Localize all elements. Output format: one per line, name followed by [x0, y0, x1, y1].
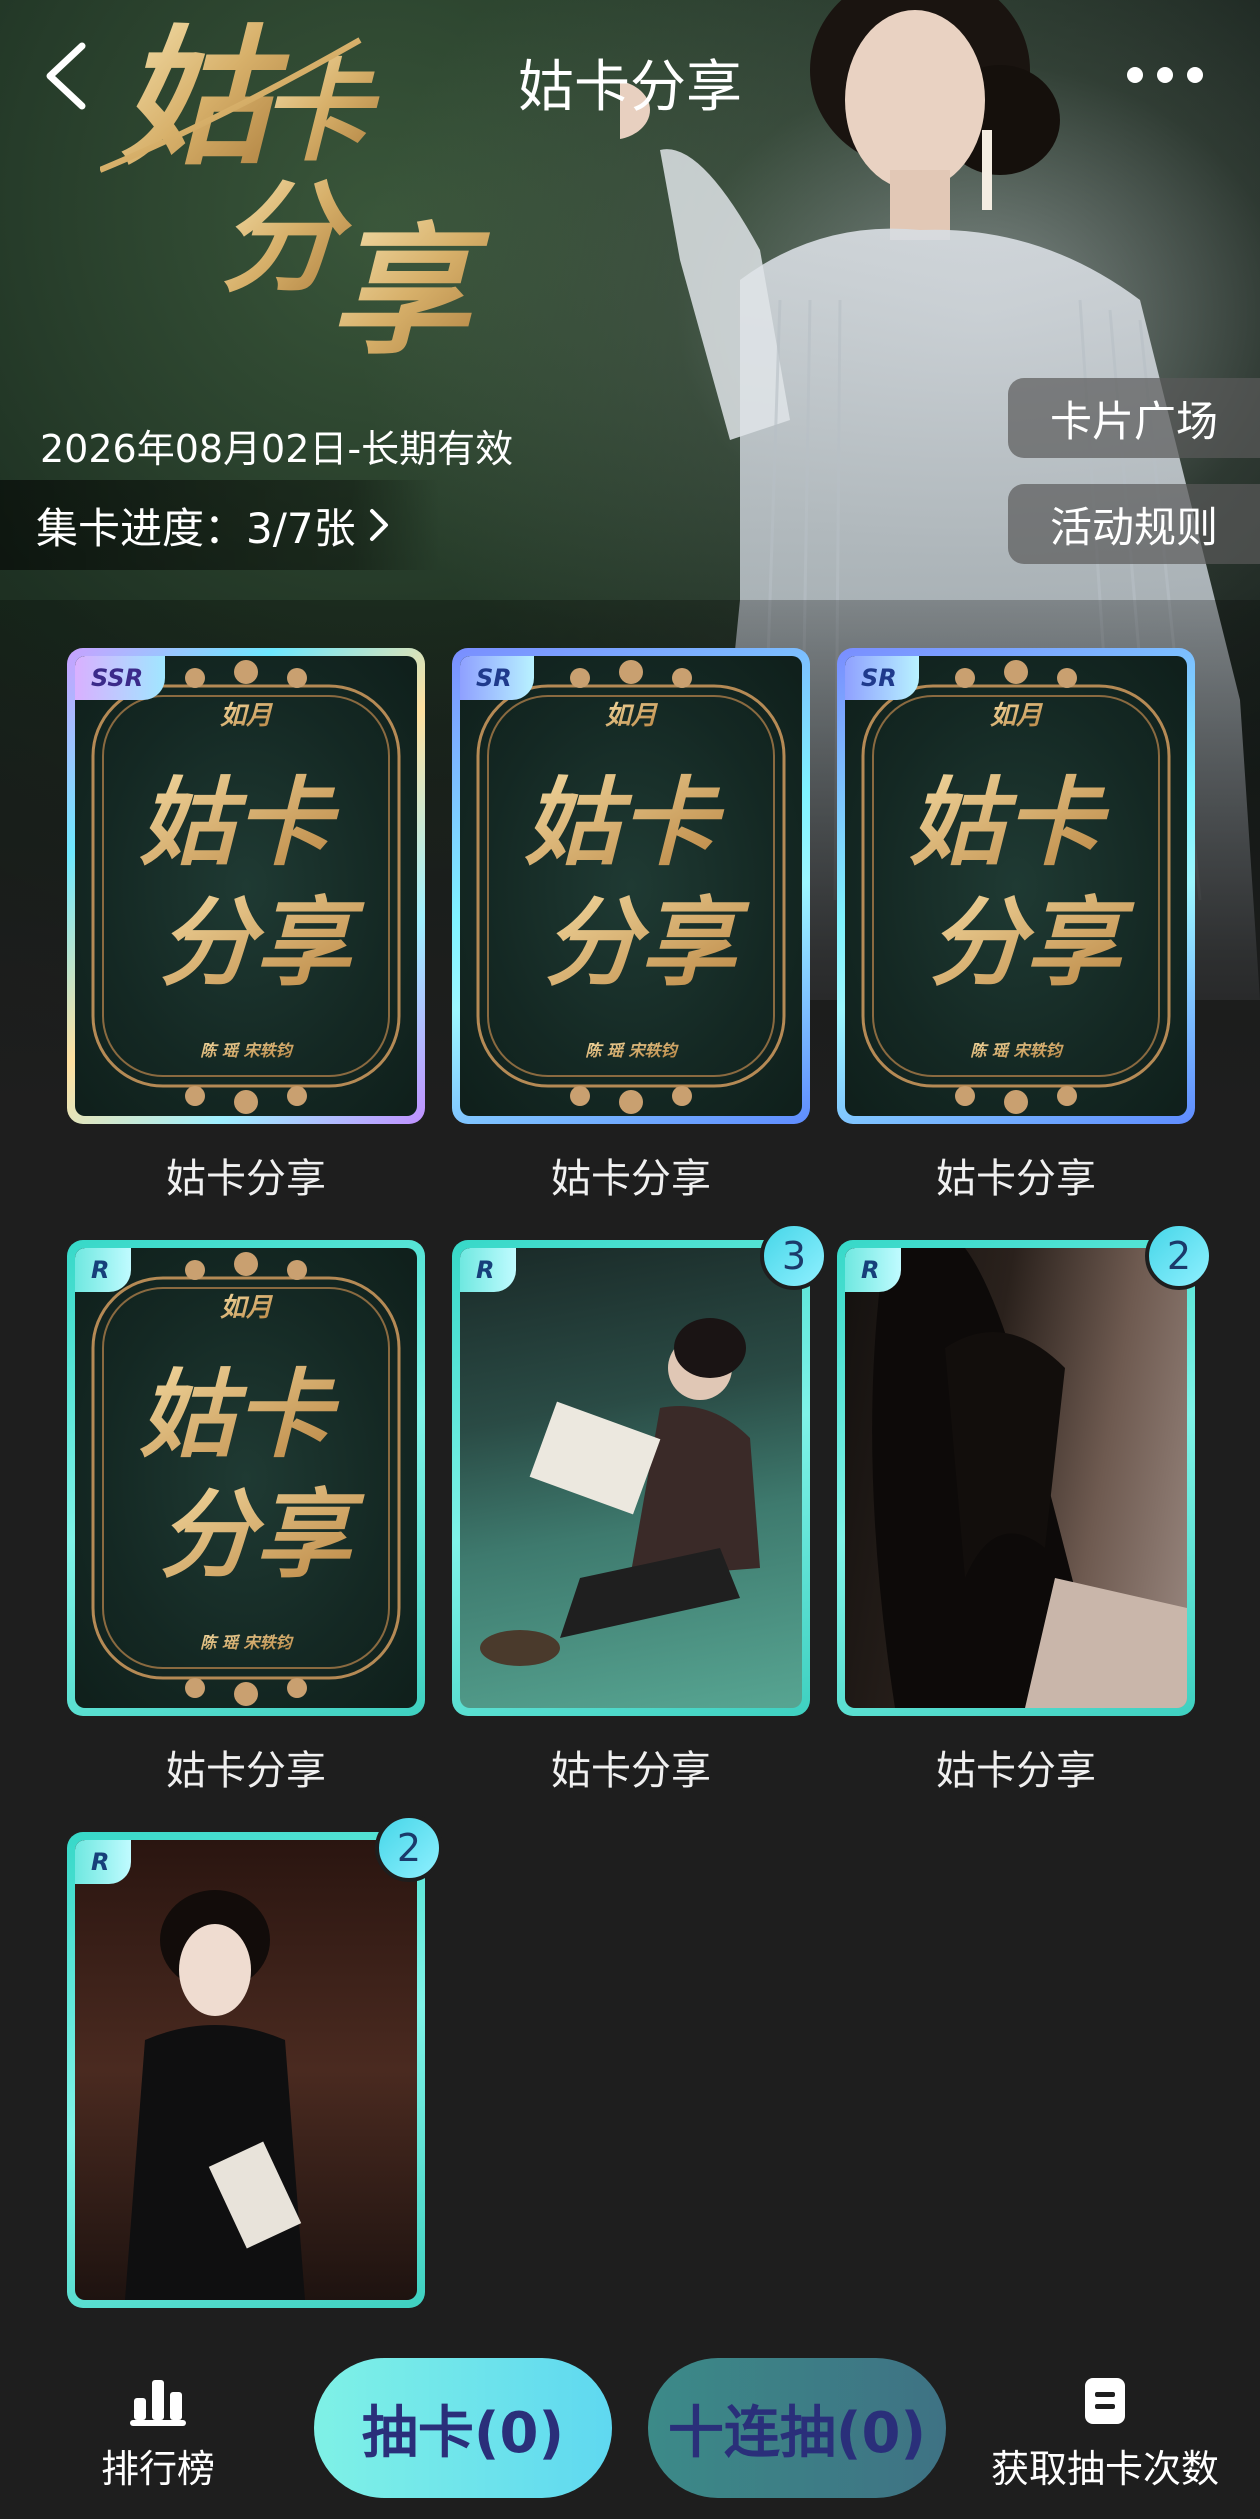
- card-name: 姑卡分享: [166, 1748, 326, 1794]
- poster-title-line2: 分享: [159, 1478, 365, 1591]
- photo-figure: [480, 1318, 760, 1666]
- poster-credit-text: 陈 瑶 宋轶钧: [970, 1041, 1064, 1060]
- poster-top-text: 如月: [220, 701, 274, 731]
- bottom-action-bar: 排行榜 抽卡(0) 十连抽(0) 获取抽卡次数: [0, 2340, 1260, 2519]
- draw-card-button[interactable]: 抽卡(0): [314, 2358, 612, 2498]
- poster-credit-text: 陈 瑶 宋轶钧: [200, 1633, 294, 1652]
- collection-card[interactable]: 如月 姑卡 分享陈 瑶 宋轶钧 R: [67, 1240, 425, 1716]
- card-name: 姑卡分享: [936, 1748, 1096, 1794]
- leaderboard-label: 排行榜: [100, 2447, 215, 2491]
- poster-credit-text: 陈 瑶 宋轶钧: [200, 1041, 294, 1060]
- rarity-badge: SR: [460, 656, 534, 700]
- bar-chart-icon: [130, 2380, 186, 2426]
- collection-card[interactable]: 如月 姑卡 分享陈 瑶 宋轶钧 SR: [452, 648, 810, 1124]
- rarity-badge: SR: [845, 656, 919, 700]
- ten-draw-button[interactable]: 十连抽(0): [648, 2358, 946, 2498]
- card-item: 如月 姑卡 分享陈 瑶 宋轶钧 SR 姑卡分享: [837, 648, 1195, 1204]
- poster-title-line2: 分享: [929, 886, 1135, 999]
- rarity-badge: R: [845, 1248, 902, 1292]
- poster-artwork: 如月姑卡分享陈 瑶 宋轶钧: [91, 660, 401, 1114]
- card-name: 姑卡分享: [551, 1156, 711, 1202]
- svg-text:享: 享: [330, 210, 491, 374]
- poster-title-line1: 姑卡: [139, 1358, 340, 1471]
- collection-card[interactable]: R2: [837, 1222, 1213, 1716]
- collection-progress[interactable]: 集卡进度： 3/7张: [0, 480, 440, 570]
- card-item: R2: [67, 1814, 443, 2308]
- poster-title-line2: 分享: [159, 886, 365, 999]
- card-count-badge: 2: [1145, 1222, 1213, 1290]
- get-draw-chances-label: 获取抽卡次数: [990, 2447, 1219, 2491]
- top-bar: 姑卡分享: [0, 0, 1260, 150]
- page-title: 姑卡分享: [518, 55, 742, 120]
- card-collection-page: 姑 卡 分 享 姑卡分享 2026年08月02日-长期有效 集卡进度： 3/7张: [0, 0, 1260, 2519]
- poster-credit-text: 陈 瑶 宋轶钧: [585, 1041, 679, 1060]
- chevron-left-icon: [46, 42, 86, 110]
- card-poster-art: 如月 姑卡 分享陈 瑶 宋轶钧 SR: [845, 656, 1187, 1116]
- poster-top-text: 如月: [605, 701, 659, 731]
- poster-title-line1: 姑卡: [909, 766, 1110, 879]
- poster-title-line1: 姑卡: [139, 766, 340, 879]
- validity-date: 2026年08月02日-长期有效: [40, 427, 514, 471]
- poster-artwork: 如月姑卡分享陈 瑶 宋轶钧: [861, 660, 1171, 1114]
- progress-label: 集卡进度：: [36, 503, 247, 553]
- rarity-badge: R: [75, 1840, 132, 1884]
- activity-rules-button[interactable]: 活动规则: [1008, 484, 1260, 564]
- collection-card[interactable]: 如月 姑卡 分享陈 瑶 宋轶钧 SSR: [67, 648, 425, 1124]
- leaderboard-button[interactable]: 排行榜: [80, 2376, 236, 2491]
- rarity-badge: SSR: [75, 656, 166, 700]
- get-draw-chances-button[interactable]: 获取抽卡次数: [980, 2376, 1230, 2491]
- card-name: 姑卡分享: [551, 1748, 711, 1794]
- card-item: 如月 姑卡 分享陈 瑶 宋轶钧 SSR 姑卡分享: [67, 648, 425, 1204]
- rarity-badge: R: [75, 1248, 132, 1292]
- back-button[interactable]: [38, 38, 98, 114]
- card-photo: R: [845, 1248, 1187, 1708]
- card-count-badge: 3: [760, 1222, 828, 1290]
- card-photo: R: [75, 1840, 417, 2300]
- more-dots-icon: [1127, 67, 1203, 83]
- card-poster-art: 如月 姑卡 分享陈 瑶 宋轶钧 SR: [460, 656, 802, 1116]
- card-item: R 2 姑卡分享: [837, 1222, 1213, 1796]
- rarity-badge: R: [460, 1248, 517, 1292]
- poster-top-text: 如月: [990, 701, 1044, 731]
- card-name: 姑卡分享: [936, 1156, 1096, 1202]
- card-item: 如月 姑卡 分享陈 瑶 宋轶钧 SR 姑卡分享: [452, 648, 810, 1204]
- progress-value: 3/7张: [246, 503, 356, 553]
- document-icon: [1085, 2378, 1125, 2424]
- card-item: 如月 姑卡 分享陈 瑶 宋轶钧 R 姑卡分享: [67, 1240, 425, 1796]
- more-button[interactable]: [1120, 55, 1210, 95]
- card-count-badge: 2: [375, 1814, 443, 1882]
- collection-card[interactable]: 如月 姑卡 分享陈 瑶 宋轶钧 SR: [837, 648, 1195, 1124]
- card-item: R 3 姑卡分享: [452, 1222, 828, 1796]
- card-photo: R: [460, 1248, 802, 1708]
- card-plaza-button[interactable]: 卡片广场: [1008, 378, 1260, 458]
- collection-card[interactable]: R3: [452, 1222, 828, 1716]
- card-poster-art: 如月 姑卡 分享陈 瑶 宋轶钧 R: [75, 1248, 417, 1708]
- chevron-right-icon: [369, 509, 388, 541]
- poster-artwork: 如月姑卡分享陈 瑶 宋轶钧: [91, 1252, 401, 1706]
- poster-top-text: 如月: [220, 1293, 274, 1323]
- poster-title-line2: 分享: [544, 886, 750, 999]
- photo-figure: [125, 1890, 305, 2300]
- card-poster-art: 如月 姑卡 分享陈 瑶 宋轶钧 SSR: [75, 656, 417, 1116]
- photo-figure: [872, 1248, 1187, 1708]
- poster-title-line1: 姑卡: [524, 766, 725, 879]
- poster-artwork: 如月姑卡分享陈 瑶 宋轶钧: [476, 660, 786, 1114]
- card-name: 姑卡分享: [166, 1156, 326, 1202]
- collection-card[interactable]: R2: [67, 1814, 443, 2308]
